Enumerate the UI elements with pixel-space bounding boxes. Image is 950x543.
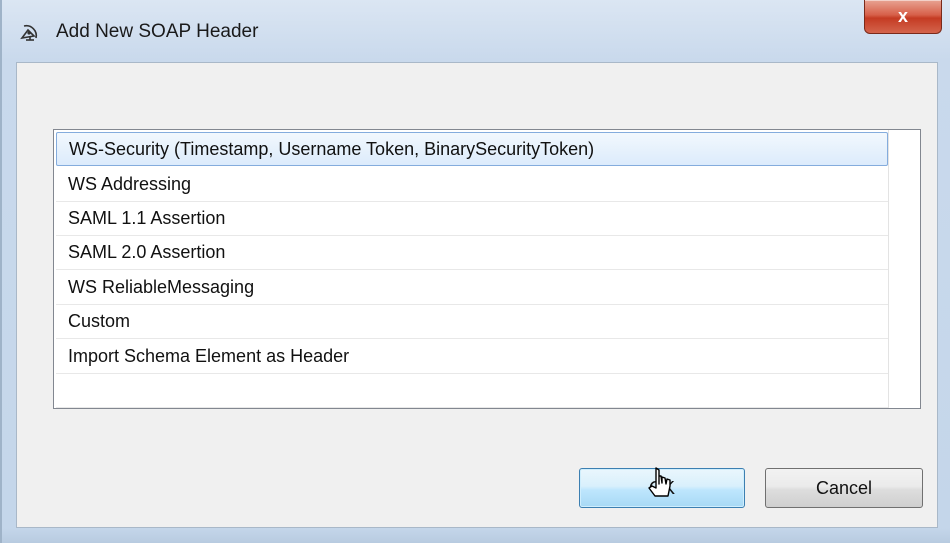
list-column-divider [888, 130, 889, 408]
window-title: Add New SOAP Header [56, 21, 259, 42]
list-item-empty [56, 374, 888, 408]
list-item-custom[interactable]: Custom [56, 305, 888, 339]
title-bar[interactable]: Add New SOAP Header x [2, 0, 950, 62]
list-item-import-schema[interactable]: Import Schema Element as Header [56, 340, 888, 374]
list-item-saml-1-1[interactable]: SAML 1.1 Assertion [56, 202, 888, 236]
window-bottom-border [2, 528, 950, 543]
list-item-ws-reliable-messaging[interactable]: WS ReliableMessaging [56, 271, 888, 305]
list-item-saml-2-0[interactable]: SAML 2.0 Assertion [56, 236, 888, 270]
dialog-window: Add New SOAP Header x WS-Security (Times… [0, 0, 950, 543]
cancel-button[interactable]: Cancel [765, 468, 923, 508]
dialog-content: WS-Security (Timestamp, Username Token, … [16, 62, 938, 528]
header-type-list[interactable]: WS-Security (Timestamp, Username Token, … [53, 129, 921, 409]
mouse-pointer-icon [646, 466, 676, 506]
list-item-ws-security[interactable]: WS-Security (Timestamp, Username Token, … [56, 132, 888, 166]
list-item-ws-addressing[interactable]: WS Addressing [56, 168, 888, 202]
close-icon: x [897, 6, 908, 26]
satellite-dish-icon [18, 20, 42, 44]
close-button[interactable]: x [864, 0, 942, 34]
